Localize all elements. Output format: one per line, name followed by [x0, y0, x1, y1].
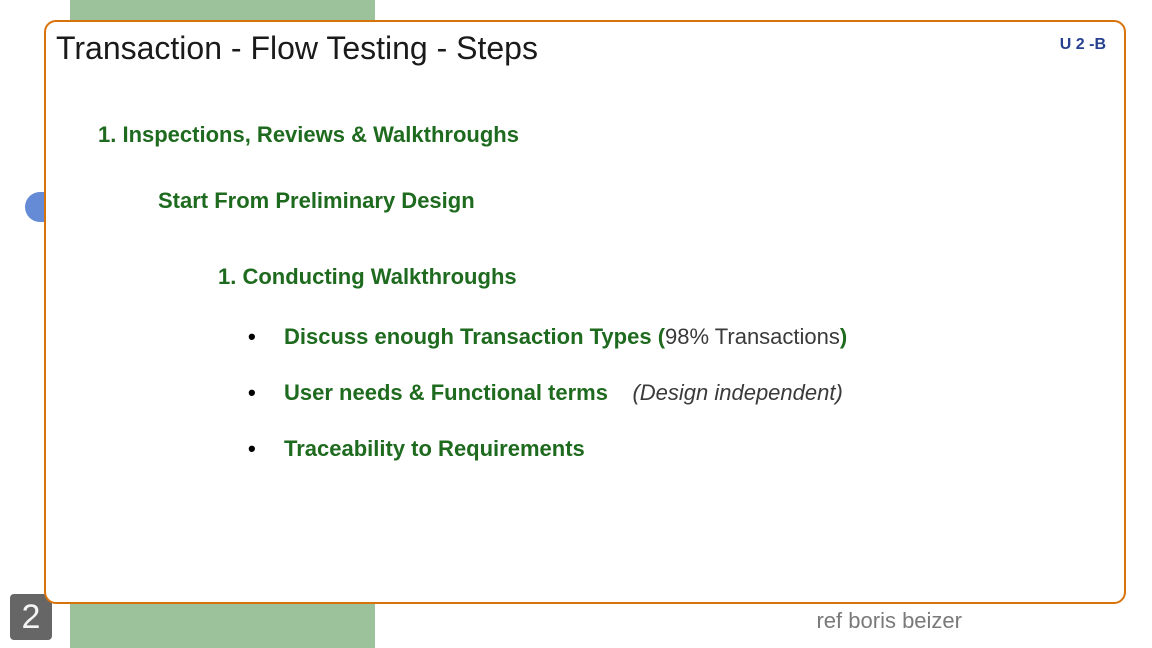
bullet-plain: 98% Transactions	[665, 324, 840, 349]
footer-reference: ref boris beizer	[816, 608, 962, 634]
bullet-item: User needs & Functional terms (Design in…	[248, 380, 1094, 406]
bullet-item: Traceability to Requirements	[248, 436, 1094, 462]
slide-title: Transaction - Flow Testing - Steps	[56, 30, 538, 67]
heading-level-1: 1. Inspections, Reviews & Walkthroughs	[98, 122, 1094, 148]
bullet-strong: Traceability to Requirements	[284, 436, 585, 461]
bullet-item: Discuss enough Transaction Types (98% Tr…	[248, 324, 1094, 350]
heading-level-2: Start From Preliminary Design	[158, 188, 1094, 214]
content-card: Transaction - Flow Testing - Steps U 2 -…	[44, 20, 1126, 604]
bullet-strong: Discuss enough Transaction Types (	[284, 324, 665, 349]
bullet-close: )	[840, 324, 847, 349]
slide-number: 2	[10, 594, 52, 640]
unit-tag: U 2 -B	[1060, 36, 1106, 54]
slide-body: 1. Inspections, Reviews & Walkthroughs S…	[98, 122, 1094, 582]
bullet-list: Discuss enough Transaction Types (98% Tr…	[248, 324, 1094, 462]
heading-level-3: 1. Conducting Walkthroughs	[218, 264, 1094, 290]
slide-background: 2 ref boris beizer Transaction - Flow Te…	[0, 0, 1152, 648]
bullet-strong: User needs & Functional terms	[284, 380, 608, 405]
bullet-italic: (Design independent)	[632, 380, 842, 405]
